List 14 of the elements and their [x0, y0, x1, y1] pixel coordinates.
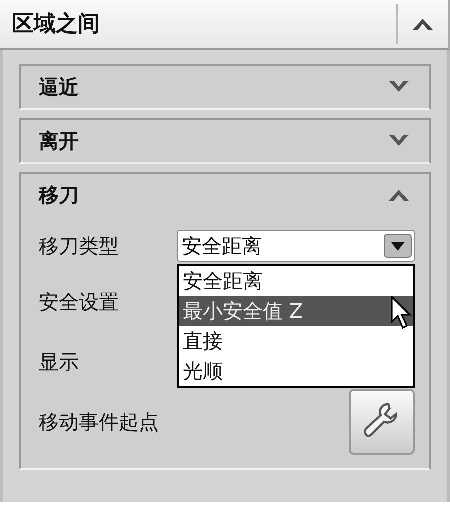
- section-header[interactable]: 移刀: [21, 174, 429, 216]
- dropdown-option[interactable]: 直接: [179, 326, 413, 356]
- dropdown-option[interactable]: 最小安全值 Z: [179, 296, 413, 326]
- section-header[interactable]: 逼近: [21, 66, 429, 108]
- field-label: 移刀类型: [39, 232, 119, 260]
- dropdown[interactable]: 安全距离: [177, 230, 415, 262]
- panel-title: 区域之间: [11, 10, 100, 39]
- section-header[interactable]: 离开: [21, 120, 429, 162]
- dropdown-option[interactable]: 光顺: [179, 356, 413, 386]
- field-label: 移动事件起点: [39, 408, 159, 436]
- field-label: 安全设置: [39, 288, 119, 316]
- settings-button[interactable]: [349, 389, 415, 455]
- dropdown-option[interactable]: 安全距离: [179, 266, 413, 296]
- field-label: 显示: [39, 348, 79, 376]
